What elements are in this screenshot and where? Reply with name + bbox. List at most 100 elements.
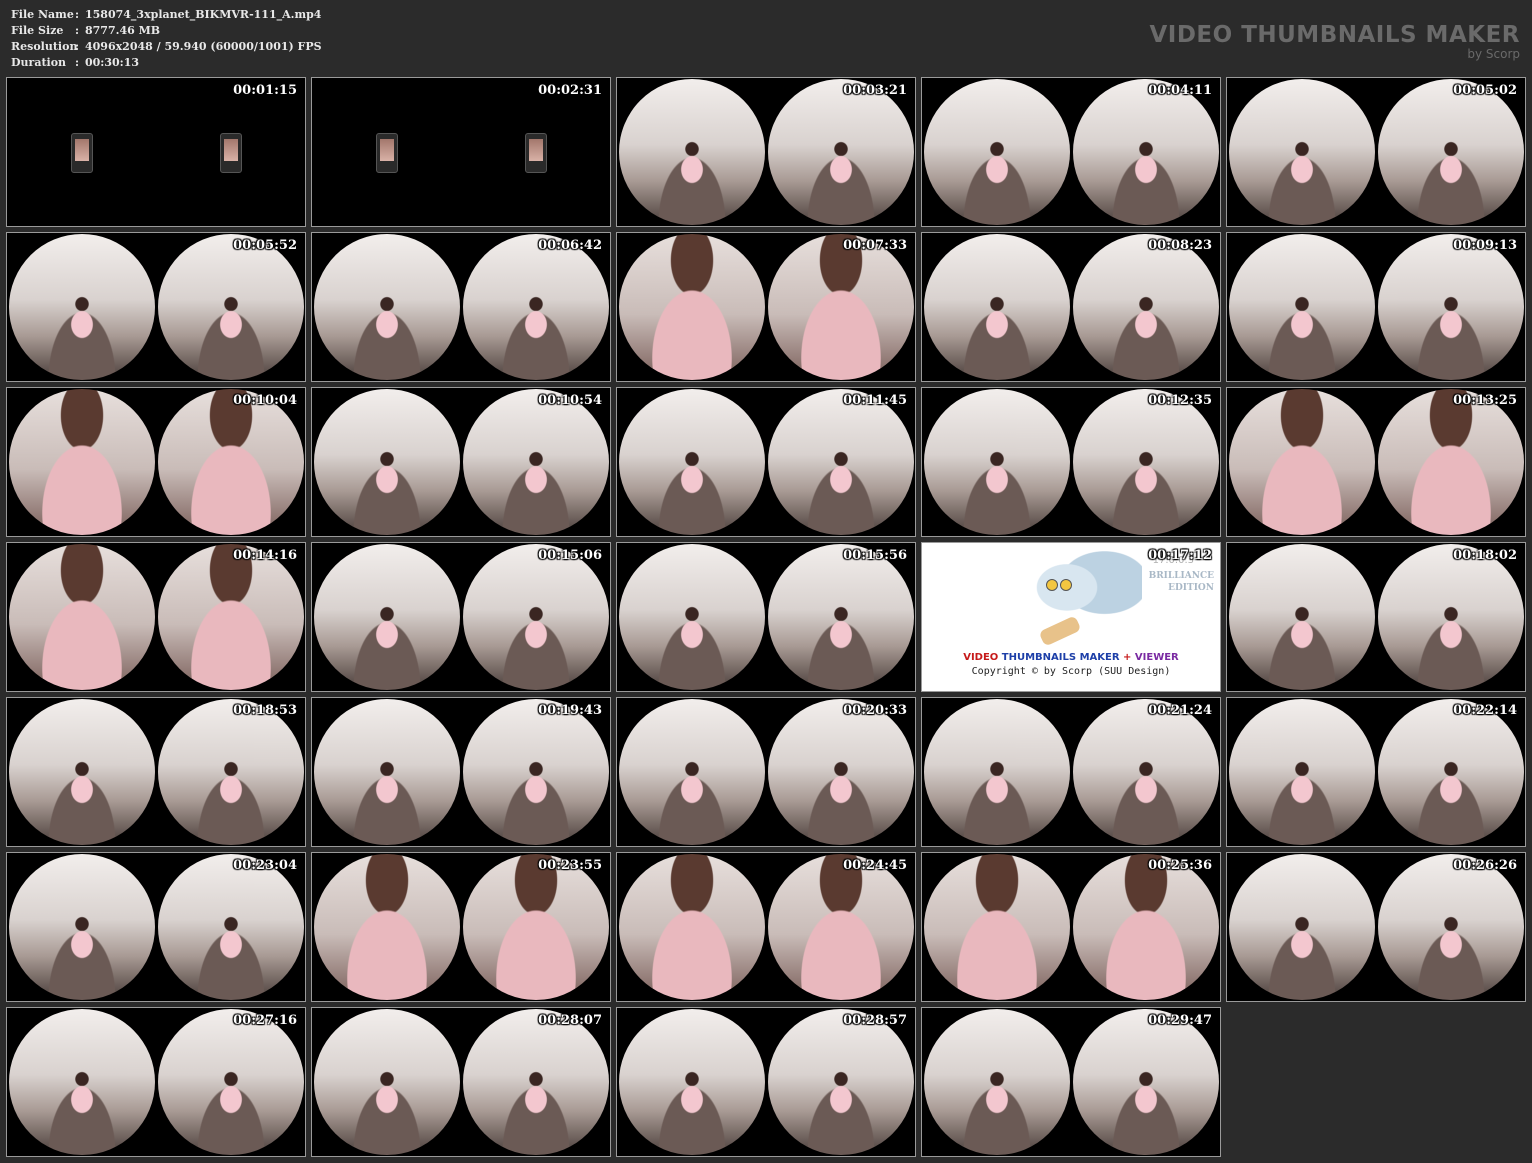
vr-frame-right-eye — [463, 544, 609, 690]
vr-frame-right-eye — [1073, 389, 1219, 535]
video-thumbnail[interactable]: 00:03:21 — [616, 77, 916, 227]
info-row-file-size: File Size : 8777.46 MB — [11, 23, 322, 39]
video-thumbnail[interactable]: 00:28:07 — [311, 1007, 611, 1157]
info-value: 4096x2048 / 59.940 (60000/1001) FPS — [85, 40, 322, 53]
logo-title-viewer: VIEWER — [1134, 652, 1179, 663]
timestamp-label: 00:10:54 — [538, 393, 602, 408]
logo-copyright: Copyright © by Scorp (SUU Design) — [971, 666, 1171, 677]
vr-frame-right-eye — [1073, 79, 1219, 225]
vr-frame-left-eye — [619, 544, 765, 690]
video-thumbnail[interactable]: 00:20:33 — [616, 697, 916, 847]
vr-frame-left-eye — [1229, 234, 1375, 380]
info-label: File Size — [11, 24, 64, 37]
video-thumbnail[interactable]: 00:09:13 — [1226, 232, 1526, 382]
timestamp-label: 00:13:25 — [1453, 393, 1517, 408]
vr-frame-left-eye — [924, 854, 1070, 1000]
vr-frame-right-eye — [1378, 389, 1524, 535]
video-thumbnail[interactable]: 00:24:45 — [616, 852, 916, 1002]
vr-frame-left-eye — [9, 699, 155, 845]
vr-frame-right-eye — [158, 234, 304, 380]
video-thumbnail[interactable]: 00:18:53 — [6, 697, 306, 847]
vr-frame-left-eye — [924, 234, 1070, 380]
video-thumbnail[interactable]: 00:13:25 — [1226, 387, 1526, 537]
timestamp-label: 00:18:53 — [233, 703, 297, 718]
video-thumbnail[interactable]: 00:06:42 — [311, 232, 611, 382]
video-thumbnail[interactable]: 00:07:33 — [616, 232, 916, 382]
video-thumbnail[interactable]: 00:08:23 — [921, 232, 1221, 382]
vr-frame-left-eye — [619, 389, 765, 535]
vr-frame-left-eye — [314, 854, 460, 1000]
logo-title-thumbs: THUMBNAILS MAKER — [1001, 652, 1120, 663]
vr-frame-left-eye — [1229, 79, 1375, 225]
vr-frame-right-eye — [1378, 854, 1524, 1000]
timestamp-label: 00:17:12 — [1148, 548, 1212, 563]
vr-frame-right-eye — [1073, 234, 1219, 380]
video-thumbnail[interactable]: 00:05:02 — [1226, 77, 1526, 227]
video-thumbnail[interactable]: 00:04:11 — [921, 77, 1221, 227]
info-label: Duration — [11, 56, 67, 69]
timestamp-label: 00:20:33 — [843, 703, 907, 718]
thumbnail-grid: 00:01:15 00:02:31 00:03:21 00:04:11 00:05:02… — [6, 77, 1526, 1157]
vr-frame-right-eye — [768, 544, 914, 690]
vr-frame-right-eye — [463, 854, 609, 1000]
video-thumbnail[interactable]: 00:23:04 — [6, 852, 306, 1002]
vr-frame-left-eye — [9, 544, 155, 690]
brand-title: VIDEO THUMBNAILS MAKER — [1149, 22, 1520, 48]
vr-frame-left-eye — [924, 79, 1070, 225]
video-thumbnail[interactable]: 00:01:15 — [6, 77, 306, 227]
timestamp-label: 00:03:21 — [843, 83, 907, 98]
timestamp-label: 00:04:11 — [1148, 83, 1212, 98]
vr-frame-right-eye — [768, 854, 914, 1000]
video-thumbnail[interactable]: 00:27:16 — [6, 1007, 306, 1157]
phone-icon — [376, 133, 398, 173]
phone-icon — [220, 133, 242, 173]
vr-frame-right-eye — [463, 234, 609, 380]
vr-frame-left-eye — [314, 544, 460, 690]
video-thumbnail[interactable]: 00:10:54 — [311, 387, 611, 537]
logo-title: VIDEO THUMBNAILS MAKER + VIEWER — [922, 652, 1220, 663]
video-thumbnail[interactable]: 00:25:36 — [921, 852, 1221, 1002]
video-thumbnail[interactable]: 00:26:26 — [1226, 852, 1526, 1002]
timestamp-label: 00:25:36 — [1148, 858, 1212, 873]
vr-frame-right-eye — [158, 544, 304, 690]
info-separator: : — [75, 24, 80, 37]
timestamp-label: 00:15:56 — [843, 548, 907, 563]
vr-frame-left-eye — [1229, 544, 1375, 690]
timestamp-label: 00:26:26 — [1453, 858, 1517, 873]
vr-frame-right-eye — [1378, 544, 1524, 690]
timestamp-label: 00:08:23 — [1148, 238, 1212, 253]
video-thumbnail[interactable]: 00:10:04 — [6, 387, 306, 537]
owl-logo-icon — [1017, 549, 1142, 645]
vr-frame-left-eye — [9, 389, 155, 535]
vr-frame-left-eye — [619, 234, 765, 380]
logo-card-thumbnail[interactable]: 17.0.0.3 BRILLIANCE EDITION VIDEO THUMBNAIL… — [921, 542, 1221, 692]
vr-frame-left-eye — [9, 1009, 155, 1155]
video-thumbnail[interactable]: 00:15:06 — [311, 542, 611, 692]
video-thumbnail[interactable]: 00:22:14 — [1226, 697, 1526, 847]
video-thumbnail[interactable]: 00:28:57 — [616, 1007, 916, 1157]
vr-frame-left-eye — [924, 389, 1070, 535]
video-thumbnail[interactable]: 00:05:52 — [6, 232, 306, 382]
info-row-resolution: Resolution : 4096x2048 / 59.940 (60000/1… — [11, 39, 322, 55]
info-label: File Name — [11, 8, 74, 21]
video-thumbnail[interactable]: 00:29:47 — [921, 1007, 1221, 1157]
vr-frame-left-eye — [619, 699, 765, 845]
vr-frame-left-eye — [9, 854, 155, 1000]
video-thumbnail[interactable]: 00:21:24 — [921, 697, 1221, 847]
video-thumbnail[interactable]: 00:19:43 — [311, 697, 611, 847]
video-thumbnail[interactable]: 00:02:31 — [311, 77, 611, 227]
timestamp-label: 00:12:35 — [1148, 393, 1212, 408]
video-thumbnail[interactable]: 00:15:56 — [616, 542, 916, 692]
vr-frame-left-eye — [1229, 699, 1375, 845]
video-thumbnail[interactable]: 00:11:45 — [616, 387, 916, 537]
video-thumbnail[interactable]: 00:12:35 — [921, 387, 1221, 537]
video-thumbnail[interactable]: 00:14:16 — [6, 542, 306, 692]
vr-frame-right-eye — [158, 699, 304, 845]
vr-frame-left-eye — [619, 854, 765, 1000]
owl-eye-icon — [1060, 579, 1072, 591]
video-thumbnail[interactable]: 00:23:55 — [311, 852, 611, 1002]
video-thumbnail[interactable]: 00:18:02 — [1226, 542, 1526, 692]
info-separator: : — [75, 40, 80, 53]
vr-frame-right-eye — [158, 854, 304, 1000]
brand-subtitle: by Scorp — [1467, 47, 1520, 61]
